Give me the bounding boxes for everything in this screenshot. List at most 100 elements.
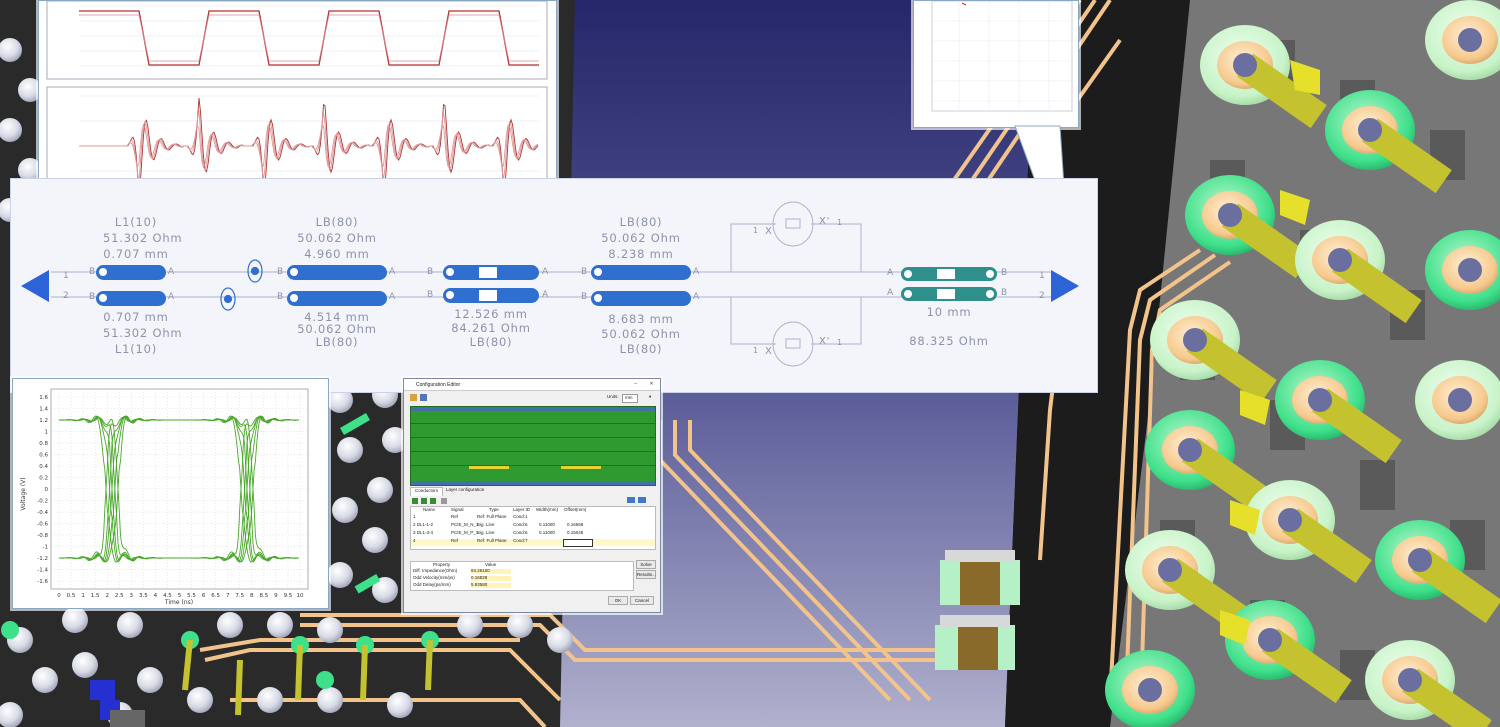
eye-xtick-label: 6.5 xyxy=(211,593,220,599)
open-icon[interactable] xyxy=(410,394,417,401)
prop-header: Property xyxy=(433,562,451,567)
trace-conductor[interactable] xyxy=(561,466,601,469)
eye-xtick-label: 8 xyxy=(250,593,254,599)
connector-x-top-icon xyxy=(772,201,814,247)
eye-xtick-label: 3.5 xyxy=(139,593,148,599)
eye-ytick-label: -1 xyxy=(43,545,48,551)
move-down-icon[interactable] xyxy=(638,497,646,503)
segment-label: 12.526 mm xyxy=(454,307,528,321)
segment-label: LB(80) xyxy=(619,342,663,356)
table-row[interactable]: 2 DL1-1-2 PCIE_M_N_1 Sig. Line Cond:6 0.… xyxy=(411,522,655,530)
table-row[interactable]: 4 Ref Ref: Full Plane Cond:7 xyxy=(411,538,655,547)
cell: Sig. Line xyxy=(477,522,495,527)
pin-a: A xyxy=(887,288,894,298)
segment-label: 84.261 Ohm xyxy=(451,321,531,335)
cell: Cond:6 xyxy=(513,522,528,527)
configuration-editor-window[interactable]: Configuration Editor – ✕ Units: mm ▾ Con… xyxy=(403,378,661,613)
pin-a: A xyxy=(389,267,396,277)
add-icon[interactable] xyxy=(412,498,418,504)
segment-label: 51.302 Ohm xyxy=(103,231,183,245)
table-row[interactable]: 1 Ref Ref: Full Plane Cond:1 xyxy=(411,514,655,522)
segment-label: LB(80) xyxy=(315,215,359,229)
port-triangle-left-icon xyxy=(21,270,49,302)
cancel-button[interactable]: Cancel xyxy=(630,596,654,605)
eye-xtick-label: 8.5 xyxy=(259,593,268,599)
prop-value: 0.16828 xyxy=(471,575,511,581)
eye-xtick-label: 2 xyxy=(105,593,109,599)
pin-a: A xyxy=(542,290,549,300)
connector-x-label: X xyxy=(765,226,773,237)
ok-button[interactable]: OK xyxy=(608,596,628,605)
pin-a: A xyxy=(693,292,700,302)
connector-pin-one: 1 xyxy=(753,346,759,355)
table-row[interactable]: 3 DL1-3-4 PCIE_M_P_1 Sig. Line Cond:6 0.… xyxy=(411,530,655,538)
add-icon[interactable] xyxy=(421,498,427,504)
eye-ytick-label: -0.8 xyxy=(37,533,48,539)
eye-xtick-label: 7.5 xyxy=(235,593,244,599)
properties-grid[interactable]: Property Value Diff. Impedance(Ohm) 84.2… xyxy=(410,561,634,591)
eye-ytick-label: 0.4 xyxy=(39,464,48,470)
units-label: Units: xyxy=(607,394,619,399)
eye-xtick-label: 9 xyxy=(274,593,278,599)
results-button[interactable]: Results... xyxy=(636,570,656,579)
channel-schematic[interactable]: 1 2 1 2 B B A A B B A A B B A A B B A A … xyxy=(10,178,1098,393)
cell: 0.15048 xyxy=(567,530,584,535)
eye-xtick-label: 7 xyxy=(226,593,230,599)
eye-diagram-panel[interactable]: 1.6 1.4 1.2 1 0.8 0.6 0.4 0.2 0 -0.2 -0.4 -0.6 -0.8 -… xyxy=(12,378,329,609)
eye-ytick-label: -0.6 xyxy=(37,522,48,528)
col-header: Name xyxy=(423,507,436,512)
port-right-pin2: 2 xyxy=(1039,291,1046,301)
prop-row: Odd Delay(ps/mm) 5.93580 xyxy=(411,582,633,589)
eye-ytick-label: 0.6 xyxy=(39,453,48,459)
prop-name: Odd Velocity(mm/ps) xyxy=(413,575,455,580)
cell: Ref: Full Plane xyxy=(477,538,507,543)
segment-label: 8.238 mm xyxy=(608,247,674,261)
eye-xtick-label: 1 xyxy=(81,593,85,599)
cell: 0.16558 xyxy=(567,522,584,527)
cell: Ref xyxy=(451,538,459,543)
pin-b: B xyxy=(89,292,96,302)
segment-label: 0.707 mm xyxy=(103,310,169,324)
segment-label: 50.062 Ohm xyxy=(297,231,377,245)
via-icon xyxy=(220,259,263,311)
delete-icon[interactable] xyxy=(441,498,447,504)
pin-b: B xyxy=(427,267,434,277)
conductor-table[interactable]: Name Signal Type Layer ID Width(mm) Offs… xyxy=(410,506,656,550)
chevron-down-icon[interactable]: ▾ xyxy=(649,394,651,400)
cell: PCIE_M_N_1 xyxy=(451,522,479,527)
stackup-view[interactable] xyxy=(410,406,656,486)
pin-b: B xyxy=(1001,288,1008,298)
trace-conductor[interactable] xyxy=(469,466,509,469)
add-icon[interactable] xyxy=(430,498,436,504)
eye-ytick-label: 1.6 xyxy=(39,395,48,401)
eye-xtick-label: 1.5 xyxy=(91,593,100,599)
prop-name: Diff. Impedance(Ohm) xyxy=(413,568,458,573)
close-icon[interactable]: ✕ xyxy=(648,381,655,387)
cell-editor[interactable] xyxy=(563,539,593,547)
col-header: Width(mm) xyxy=(536,507,558,512)
cell: 2 DL1-1-2 xyxy=(413,522,434,527)
pin-b: B xyxy=(277,292,284,302)
eye-ytick-label: 1.2 xyxy=(39,418,48,424)
tab-layer-configuration[interactable]: Layer configuration xyxy=(442,487,488,495)
eye-xlabel: Time (ns) xyxy=(164,599,193,606)
segment-label: 50.062 Ohm xyxy=(601,327,681,341)
pin-b: B xyxy=(427,290,434,300)
minimize-icon[interactable]: – xyxy=(632,381,639,387)
line-lb2-bottom xyxy=(591,291,691,306)
units-select[interactable]: mm xyxy=(622,394,638,403)
cell: 3 DL1-3-4 xyxy=(413,530,434,535)
move-up-icon[interactable] xyxy=(627,497,635,503)
cell: Cond:6 xyxy=(513,530,528,535)
eye-ytick-label: -1.2 xyxy=(37,556,48,562)
col-header: Signal xyxy=(451,507,464,512)
cell: Ref: Full Plane xyxy=(477,514,507,519)
cell: Ref xyxy=(451,514,459,519)
tab-conductors[interactable]: Conductors xyxy=(410,487,444,496)
col-header: Offset(mm) xyxy=(564,507,587,512)
save-icon[interactable] xyxy=(420,394,427,401)
line-lb2-top xyxy=(591,265,691,280)
segment-label: LB(80) xyxy=(315,335,359,349)
window-titlebar[interactable]: Configuration Editor – ✕ xyxy=(404,379,660,391)
solve-button[interactable]: Solve xyxy=(636,560,656,569)
